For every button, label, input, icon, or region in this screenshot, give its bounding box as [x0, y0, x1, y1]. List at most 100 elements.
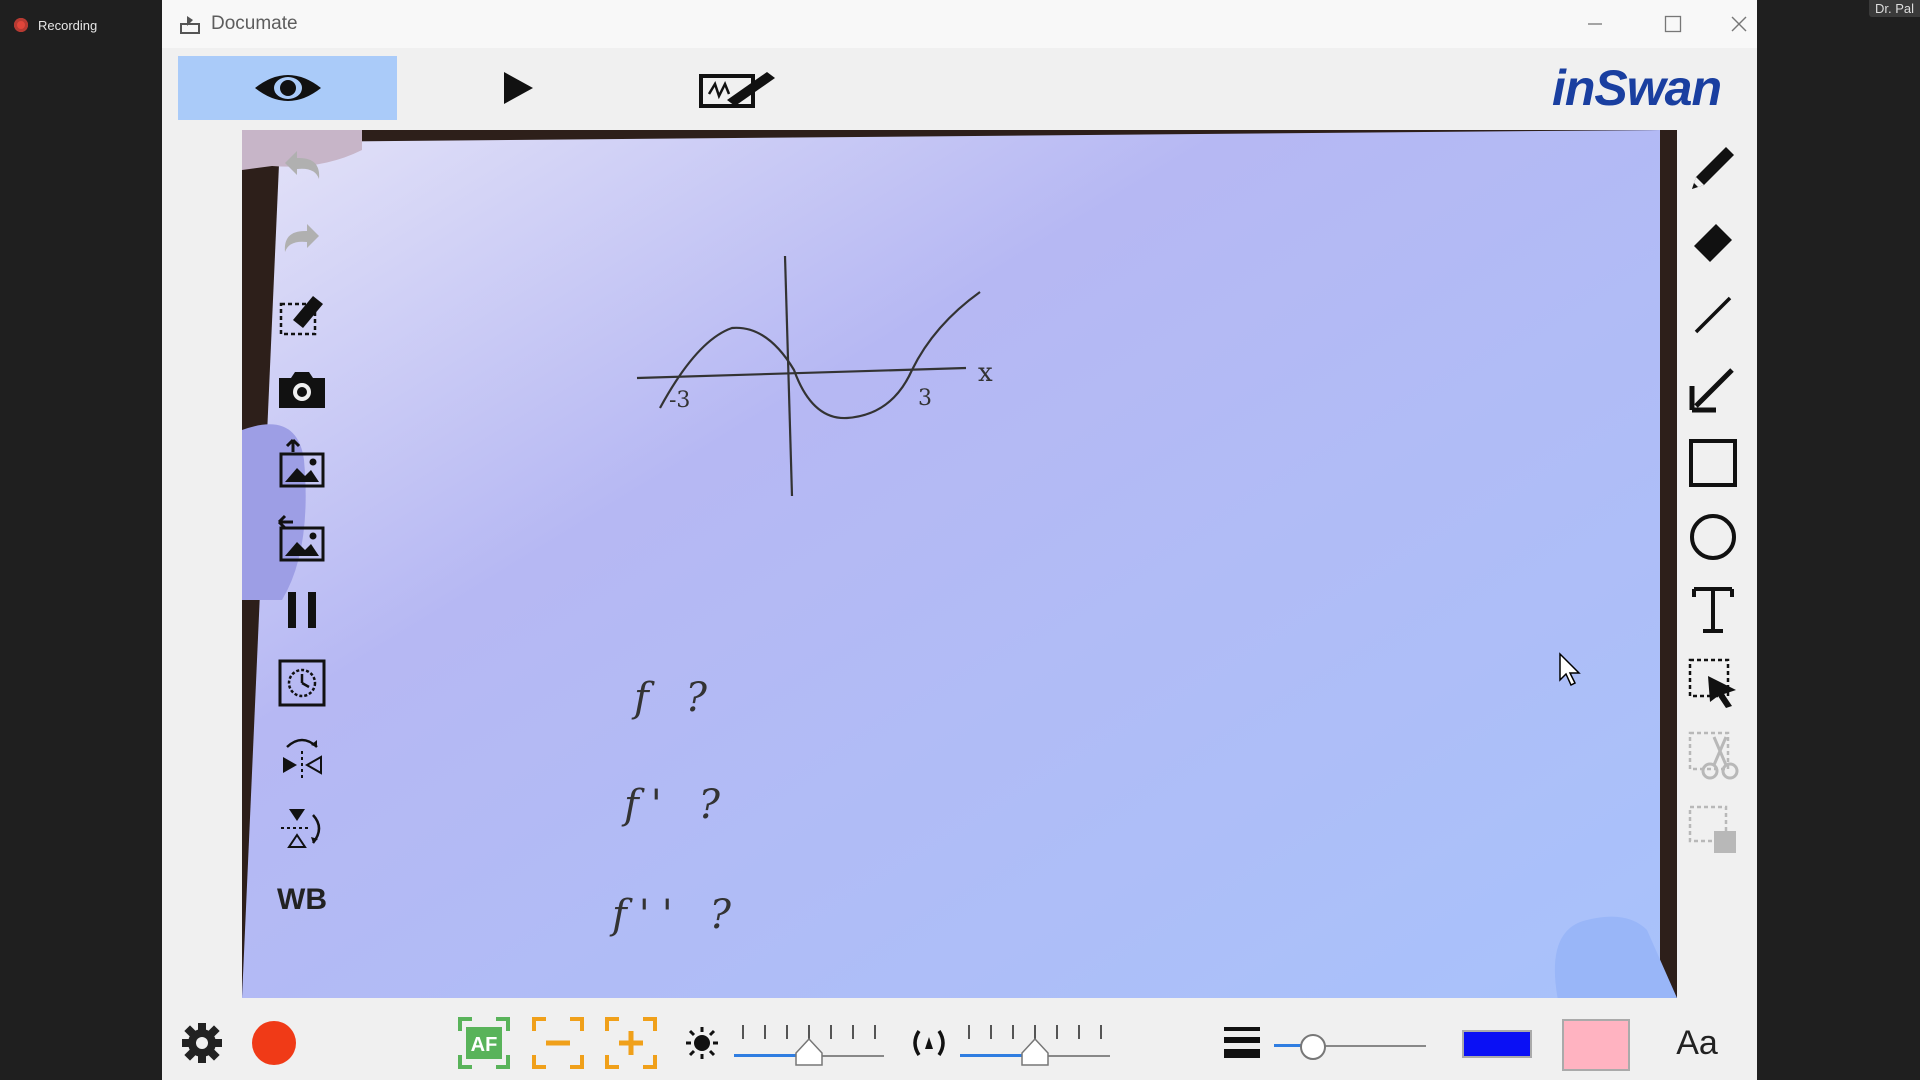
export-image-icon — [277, 514, 325, 562]
import-image-button[interactable] — [272, 433, 332, 493]
brightness-icon-wrap — [682, 1015, 722, 1071]
autofocus-button[interactable]: AF — [456, 1015, 512, 1071]
slider-tick — [874, 1025, 876, 1039]
slider-tick — [968, 1025, 970, 1039]
tab-live-view[interactable] — [178, 56, 397, 120]
select-icon — [1688, 658, 1736, 708]
copy-tool[interactable] — [1683, 800, 1743, 860]
pause-icon — [288, 592, 316, 628]
y-axis-line — [783, 255, 794, 497]
handwritten-graph — [636, 255, 981, 497]
minimize-button[interactable] — [1565, 0, 1625, 48]
settings-button[interactable] — [172, 1015, 232, 1071]
cut-tool[interactable] — [1683, 726, 1743, 786]
tab-whiteboard[interactable] — [682, 56, 794, 120]
gear-icon — [182, 1023, 222, 1063]
slider-thumb[interactable] — [1300, 1034, 1326, 1060]
slider-tick — [1056, 1025, 1058, 1039]
arrow-tool[interactable] — [1683, 359, 1743, 419]
clear-annotations-icon — [279, 296, 323, 336]
svg-text:AF: AF — [471, 1034, 498, 1056]
slider-thumb[interactable] — [794, 1037, 824, 1067]
whitebalance-button[interactable]: WB — [272, 870, 332, 930]
slider-thumb[interactable] — [1020, 1037, 1050, 1067]
maximize-button[interactable] — [1643, 0, 1703, 48]
exposure-icon — [913, 1030, 945, 1056]
play-icon — [504, 72, 533, 104]
slider-tick — [1012, 1025, 1014, 1039]
arrow-icon — [1689, 368, 1734, 413]
flip-vertical-button[interactable] — [272, 800, 332, 860]
snapshot-button[interactable] — [272, 359, 332, 419]
slider-tick — [1100, 1025, 1102, 1039]
line-icon — [1694, 296, 1732, 334]
flip-vertical-icon — [281, 809, 321, 848]
recording-label: Recording — [38, 17, 98, 33]
bottom-toolbar: AF Aa — [162, 1005, 1757, 1080]
exposure-slider[interactable] — [960, 1023, 1110, 1067]
question-f-prime: f' ? — [624, 782, 732, 828]
undo-button[interactable] — [272, 138, 332, 198]
clear-annotations-button[interactable] — [272, 285, 332, 345]
rectangle-tool[interactable] — [1683, 433, 1743, 493]
slider-tick — [1078, 1025, 1080, 1039]
eye-icon — [254, 75, 321, 101]
redo-icon — [284, 224, 319, 252]
eraser-icon — [1694, 224, 1732, 262]
cubic-curve — [659, 291, 981, 420]
line-width-slider[interactable] — [1274, 1023, 1426, 1067]
fill-color-button[interactable] — [1560, 1015, 1632, 1071]
rectangle-icon — [1689, 439, 1737, 487]
title-bar: Documate — [162, 0, 1757, 48]
zoom-in-button[interactable] — [603, 1015, 659, 1071]
question-f: f ? — [634, 675, 719, 721]
maximize-icon — [1664, 15, 1682, 33]
inswan-logo: inSwan — [1552, 60, 1722, 116]
eraser-tool[interactable] — [1683, 211, 1743, 271]
slider-tick — [764, 1025, 766, 1039]
line-width-icon — [1224, 1027, 1260, 1058]
redo-button[interactable] — [272, 211, 332, 271]
question-f-double-prime: f'' ? — [612, 892, 743, 938]
camera-view[interactable]: x -3 3 f ? f' ? f'' ? — [242, 130, 1677, 998]
text-tool[interactable] — [1683, 580, 1743, 640]
close-icon — [1731, 16, 1747, 32]
font-label: Aa — [1676, 1023, 1718, 1062]
circle-tool[interactable] — [1683, 507, 1743, 567]
text-icon — [1692, 587, 1734, 633]
window-title: Documate — [211, 13, 298, 34]
right-root-label: 3 — [918, 386, 932, 411]
slider-tick — [786, 1025, 788, 1039]
record-icon — [252, 1021, 296, 1065]
pause-button[interactable] — [272, 580, 332, 640]
x-axis-line — [636, 366, 967, 380]
export-image-button[interactable] — [272, 507, 332, 567]
fill-color-swatch — [1562, 1019, 1630, 1071]
close-button[interactable] — [1721, 0, 1757, 48]
record-button[interactable] — [244, 1015, 304, 1071]
wb-label: WB — [277, 883, 327, 916]
record-dot-icon — [14, 18, 28, 32]
flip-horizontal-button[interactable] — [272, 726, 332, 786]
pen-color-swatch — [1462, 1030, 1532, 1058]
pen-tool[interactable] — [1683, 138, 1743, 198]
participant-name-chip: Dr. Pal — [1868, 0, 1920, 17]
x-axis-label: x — [978, 358, 993, 388]
line-tool[interactable] — [1683, 285, 1743, 345]
left-root-label: -3 — [669, 388, 691, 413]
select-tool[interactable] — [1683, 653, 1743, 713]
recording-indicator: Recording — [14, 14, 97, 36]
copy-icon — [1688, 805, 1736, 853]
timer-button[interactable] — [272, 653, 332, 713]
whiteboard-pen-icon — [699, 72, 775, 108]
camera-icon — [279, 372, 325, 408]
pen-color-button[interactable] — [1460, 1022, 1532, 1064]
zoom-out-icon — [532, 1017, 584, 1069]
undo-icon — [285, 151, 320, 179]
zoom-out-button[interactable] — [530, 1015, 586, 1071]
slider-tick — [990, 1025, 992, 1039]
font-button[interactable]: Aa — [1662, 1015, 1732, 1071]
tab-playback[interactable] — [462, 56, 574, 120]
brightness-slider[interactable] — [734, 1023, 884, 1067]
app-icon — [180, 16, 200, 34]
